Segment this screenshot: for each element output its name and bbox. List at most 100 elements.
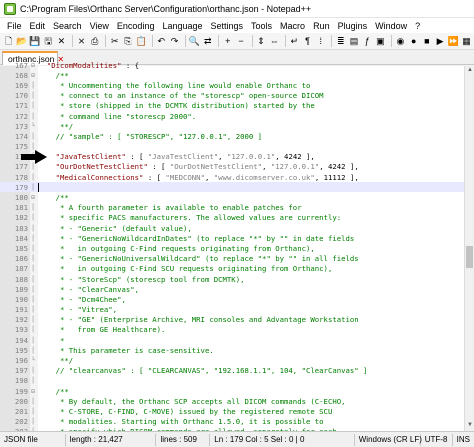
close-all-icon[interactable]: ⨯	[76, 35, 87, 48]
zoom-out-icon[interactable]: −	[235, 35, 246, 48]
menu-item-search[interactable]: Search	[49, 21, 86, 31]
fold-line-marker: │	[31, 163, 35, 171]
code-line[interactable]: 187 │ * in outgoing C-Find SCU requests o…	[0, 264, 464, 274]
code-line[interactable]: 189 │ * - "ClearCanvas",	[0, 284, 464, 294]
replace-icon[interactable]: ⇄	[202, 35, 213, 48]
code-line[interactable]: 184 │ * - "GenericNoWildcardInDates" (to …	[0, 233, 464, 243]
record-icon[interactable]: ●	[408, 35, 419, 48]
function-list-icon[interactable]: ƒ	[362, 35, 373, 48]
code-line[interactable]: 169 │ * Uncommenting the following line w…	[0, 80, 464, 90]
fold-toggle-icon[interactable]: ⊟	[28, 62, 38, 69]
menu-item-view[interactable]: View	[86, 21, 113, 31]
fold-line-marker: │	[31, 183, 35, 191]
stop-icon[interactable]: ■	[421, 35, 432, 48]
menu-item-plugins[interactable]: Plugins	[334, 21, 372, 31]
scroll-thumb[interactable]	[466, 246, 473, 268]
code-line[interactable]: 197 │ // "clearcanvas" : [ "CLEARCANVAS",…	[0, 366, 464, 376]
menu-item-edit[interactable]: Edit	[26, 21, 50, 31]
open-file-icon[interactable]: 📂	[16, 35, 27, 48]
sync-v-icon[interactable]: ⇕	[255, 35, 266, 48]
fold-toggle-icon[interactable]: ⊟	[28, 388, 38, 395]
code-line[interactable]: 168 ⊟ /**	[0, 70, 464, 80]
undo-icon[interactable]: ↶	[156, 35, 167, 48]
code-line[interactable]: 201 │ * C-STORE, C-FIND, C-MOVE) issued b…	[0, 406, 464, 416]
code-line[interactable]: 182 │ * specific PACS manufacturers. The …	[0, 213, 464, 223]
status-encoding[interactable]: UTF-8	[421, 433, 453, 446]
menu-item-tools[interactable]: Tools	[247, 21, 276, 31]
code-line[interactable]: 186 │ * - "GenericNoUniversalWildcard" (t…	[0, 254, 464, 264]
language-icon[interactable]: ≣	[335, 35, 346, 48]
fold-toggle-icon[interactable]: ⊟	[28, 194, 38, 201]
code-lines[interactable]: 167 ⊟ "DicomModalities" : {168 ⊟ /** 169 │ *…	[0, 60, 464, 447]
paste-icon[interactable]: 📋	[136, 35, 147, 48]
save-all-icon[interactable]: 🖫	[43, 35, 54, 48]
menu-item-settings[interactable]: Settings	[207, 21, 248, 31]
menu-item-encoding[interactable]: Encoding	[113, 21, 159, 31]
code-line[interactable]: 200 │ * By default, the Orthanc SCP accep…	[0, 396, 464, 406]
code-line[interactable]: 175 │	[0, 142, 464, 152]
code-line[interactable]: 174 │ // "sample" : [ "STORESCP", "127.0.…	[0, 131, 464, 141]
line-text: * - "GenericNoUniversalWildcard" (to rep…	[38, 254, 464, 263]
indent-guide-icon[interactable]: ⁞	[315, 35, 326, 48]
sync-h-icon[interactable]: ⇔	[269, 35, 280, 48]
menu-item-file[interactable]: File	[3, 21, 26, 31]
line-number: 187	[14, 264, 28, 274]
menu-item-language[interactable]: Language	[158, 21, 206, 31]
code-line[interactable]: 199 ⊟ /**	[0, 386, 464, 396]
code-line[interactable]: 176│ "JavaTestClient" : [ "JavaTestClien…	[0, 152, 464, 162]
copy-icon[interactable]: ⎘	[122, 35, 133, 48]
doc-map-icon[interactable]: ▤	[348, 35, 359, 48]
word-wrap-icon[interactable]: ↵	[289, 35, 300, 48]
code-line[interactable]: 167 ⊟ "DicomModalities" : {	[0, 60, 464, 70]
code-line[interactable]: 190 │ * - "Dcm4Chee",	[0, 294, 464, 304]
scroll-up-icon[interactable]: ▲	[466, 67, 474, 75]
status-length: length : 21,427	[66, 433, 157, 446]
code-line[interactable]: 193 │ * from GE Healthcare).	[0, 325, 464, 335]
monitor-icon[interactable]: ◉	[395, 35, 406, 48]
code-line[interactable]: 196 └ **/	[0, 355, 464, 365]
scroll-down-icon[interactable]: ▼	[466, 422, 474, 430]
code-line[interactable]: 172 │ * command line "storescp 2000".	[0, 111, 464, 121]
code-line[interactable]: 192 │ * - "GE" (Enterprise Archive, MRI c…	[0, 315, 464, 325]
zoom-in-icon[interactable]: +	[222, 35, 233, 48]
code-line[interactable]: 170 │ * connect to an instance of the "st…	[0, 91, 464, 101]
save-icon[interactable]: 💾	[29, 35, 40, 48]
code-line[interactable]: 194 │ *	[0, 335, 464, 345]
all-chars-icon[interactable]: ¶	[302, 35, 313, 48]
code-line[interactable]: 178 │ "MedicalConnections" : [ "MEDCONN",…	[0, 172, 464, 182]
print-icon[interactable]: ⎙	[89, 35, 100, 48]
code-line[interactable]: 183 │ * - "Generic" (default value),	[0, 223, 464, 233]
code-line[interactable]: 202 │ * modalities. Starting with Orthanc…	[0, 417, 464, 427]
cut-icon[interactable]: ✂	[109, 35, 120, 48]
play-multi-icon[interactable]: ⏩	[448, 35, 459, 48]
menu-item-window[interactable]: Window	[371, 21, 411, 31]
play-icon[interactable]: ▶	[434, 35, 445, 48]
code-line[interactable]: 188 │ * - "StoreScp" (storescp tool from …	[0, 274, 464, 284]
close-icon[interactable]: ✕	[56, 35, 67, 48]
fold-line-marker: │	[31, 173, 35, 181]
menu-item-run[interactable]: Run	[309, 21, 334, 31]
vertical-scrollbar[interactable]: ▲ ▼	[464, 66, 474, 431]
code-line[interactable]: 180 ⊟ /**	[0, 192, 464, 202]
status-mode: INS	[456, 435, 470, 444]
code-line[interactable]: 179 │	[0, 182, 464, 193]
find-icon[interactable]: 🔍	[189, 35, 200, 48]
new-file-icon[interactable]: 🗋	[3, 35, 14, 48]
menu-item-macro[interactable]: Macro	[276, 21, 309, 31]
code-line[interactable]: 198 │	[0, 376, 464, 386]
code-line[interactable]: 173 └ **/	[0, 121, 464, 131]
fold-toggle-icon[interactable]: ⊟	[28, 72, 38, 79]
code-line[interactable]: 181 │ * A fourth parameter is available t…	[0, 203, 464, 213]
folder-icon[interactable]: ▣	[375, 35, 386, 48]
toolbar-separator	[218, 35, 220, 47]
code-line[interactable]: 185 │ * in outgoing C-Find requests origi…	[0, 243, 464, 253]
redo-icon[interactable]: ↷	[169, 35, 180, 48]
code-line[interactable]: 195 │ * This parameter is case-sensitive.	[0, 345, 464, 355]
save-macro-icon[interactable]: ▦	[461, 35, 472, 48]
status-eol[interactable]: Windows (CR LF)	[355, 433, 422, 446]
editor-pane[interactable]: 167 ⊟ "DicomModalities" : {168 ⊟ /** 169 │ *…	[0, 61, 474, 447]
menu-item-help[interactable]: ?	[411, 21, 424, 31]
code-line[interactable]: 191 │ * - "Vitrea",	[0, 305, 464, 315]
code-line[interactable]: 171 │ * store (shipped in the DCMTK distr…	[0, 101, 464, 111]
code-line[interactable]: 177 │ "OurDotNetTestClient" : [ "OurDotNe…	[0, 162, 464, 172]
